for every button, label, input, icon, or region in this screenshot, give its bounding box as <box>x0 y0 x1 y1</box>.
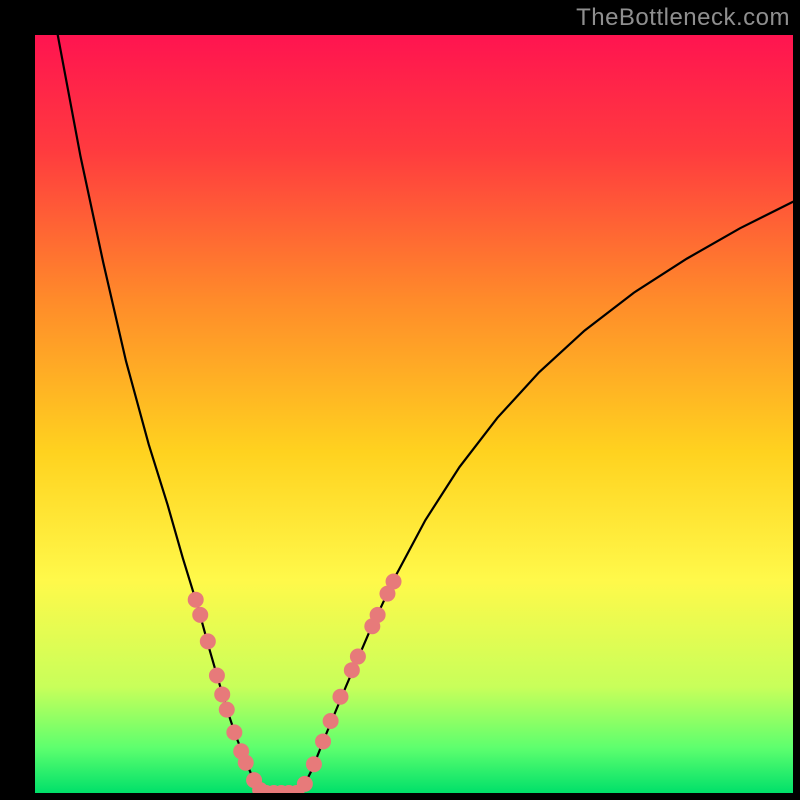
marker-dot <box>332 689 348 705</box>
watermark-text: TheBottleneck.com <box>576 4 790 32</box>
marker-dot <box>219 702 235 718</box>
marker-dot <box>306 756 322 772</box>
marker-dot <box>386 574 402 590</box>
gradient-background <box>35 35 793 793</box>
marker-dot <box>209 668 225 684</box>
marker-dot <box>192 607 208 623</box>
marker-dot <box>238 755 254 771</box>
plot-area <box>35 35 793 793</box>
marker-dot <box>214 686 230 702</box>
marker-dot <box>200 633 216 649</box>
chart-svg <box>35 35 793 793</box>
marker-dot <box>323 713 339 729</box>
marker-dot <box>370 607 386 623</box>
marker-dot <box>315 733 331 749</box>
marker-dot <box>226 724 242 740</box>
chart-frame: TheBottleneck.com <box>0 0 800 800</box>
marker-dot <box>344 662 360 678</box>
marker-dot <box>188 592 204 608</box>
marker-dot <box>297 776 313 792</box>
marker-dot <box>350 649 366 665</box>
